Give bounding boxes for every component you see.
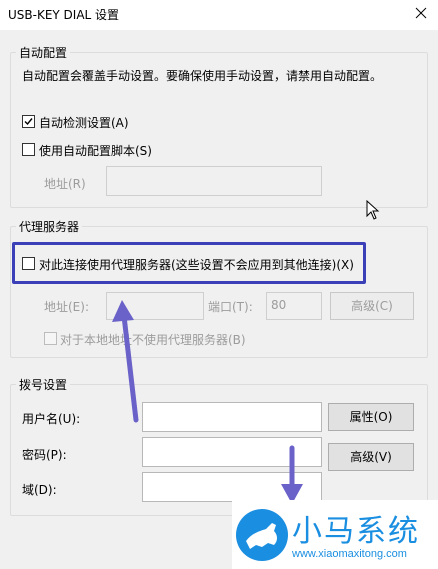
mouse-cursor-icon bbox=[366, 200, 380, 220]
script-address-input[interactable] bbox=[106, 166, 322, 196]
title-bar: USB-KEY DIAL 设置 bbox=[0, 0, 438, 30]
proxy-address-label: 地址(E): bbox=[44, 300, 89, 314]
proxy-advanced-label: 高级(C) bbox=[351, 299, 393, 313]
use-proxy-label[interactable]: 对此连接使用代理服务器(这些设置不会应用到其他连接)(X) bbox=[39, 256, 354, 273]
auto-config-description: 自动配置会覆盖手动设置。要确保使用手动设置，请禁用自动配置。 bbox=[22, 69, 383, 83]
watermark: 小马系统 www.xiaomaxitong.com bbox=[232, 500, 438, 569]
proxy-port-value: 80 bbox=[271, 298, 287, 312]
bypass-local-label[interactable]: 对于本地地址不使用代理服务器(B) bbox=[60, 331, 246, 348]
dial-advanced-button[interactable]: 高级(V) bbox=[328, 443, 414, 471]
use-script-checkbox[interactable] bbox=[22, 143, 35, 156]
proxy-port-input[interactable]: 80 bbox=[266, 292, 322, 320]
username-input[interactable] bbox=[142, 402, 322, 432]
auto-config-legend: 自动配置 bbox=[16, 44, 71, 61]
watermark-title: 小马系统 bbox=[292, 514, 420, 549]
bypass-local-checkbox[interactable] bbox=[44, 332, 57, 345]
script-address-label: 地址(R) bbox=[44, 177, 86, 191]
close-icon[interactable] bbox=[408, 2, 434, 24]
proxy-port-label: 端口(T): bbox=[208, 300, 253, 314]
checkmark-icon bbox=[24, 118, 33, 126]
password-input[interactable] bbox=[142, 437, 322, 467]
properties-button[interactable]: 属性(O) bbox=[328, 403, 414, 431]
proxy-legend: 代理服务器 bbox=[16, 218, 83, 235]
proxy-address-input[interactable] bbox=[106, 292, 204, 320]
properties-label: 属性(O) bbox=[349, 410, 393, 424]
auto-detect-checkbox[interactable] bbox=[22, 115, 35, 128]
window-title: USB-KEY DIAL 设置 bbox=[8, 8, 120, 22]
horse-logo-icon bbox=[236, 509, 288, 561]
username-label: 用户名(U): bbox=[22, 412, 81, 426]
auto-detect-label[interactable]: 自动检测设置(A) bbox=[39, 114, 129, 131]
use-proxy-checkbox[interactable] bbox=[22, 257, 35, 270]
use-script-label[interactable]: 使用自动配置脚本(S) bbox=[39, 142, 152, 159]
domain-input[interactable] bbox=[142, 472, 322, 502]
dial-advanced-label: 高级(V) bbox=[350, 450, 392, 464]
watermark-url: www.xiaomaxitong.com bbox=[292, 548, 407, 560]
proxy-advanced-button[interactable]: 高级(C) bbox=[330, 292, 414, 320]
dial-legend: 拨号设置 bbox=[16, 376, 71, 393]
password-label: 密码(P): bbox=[22, 448, 67, 462]
domain-label: 域(D): bbox=[22, 483, 57, 497]
